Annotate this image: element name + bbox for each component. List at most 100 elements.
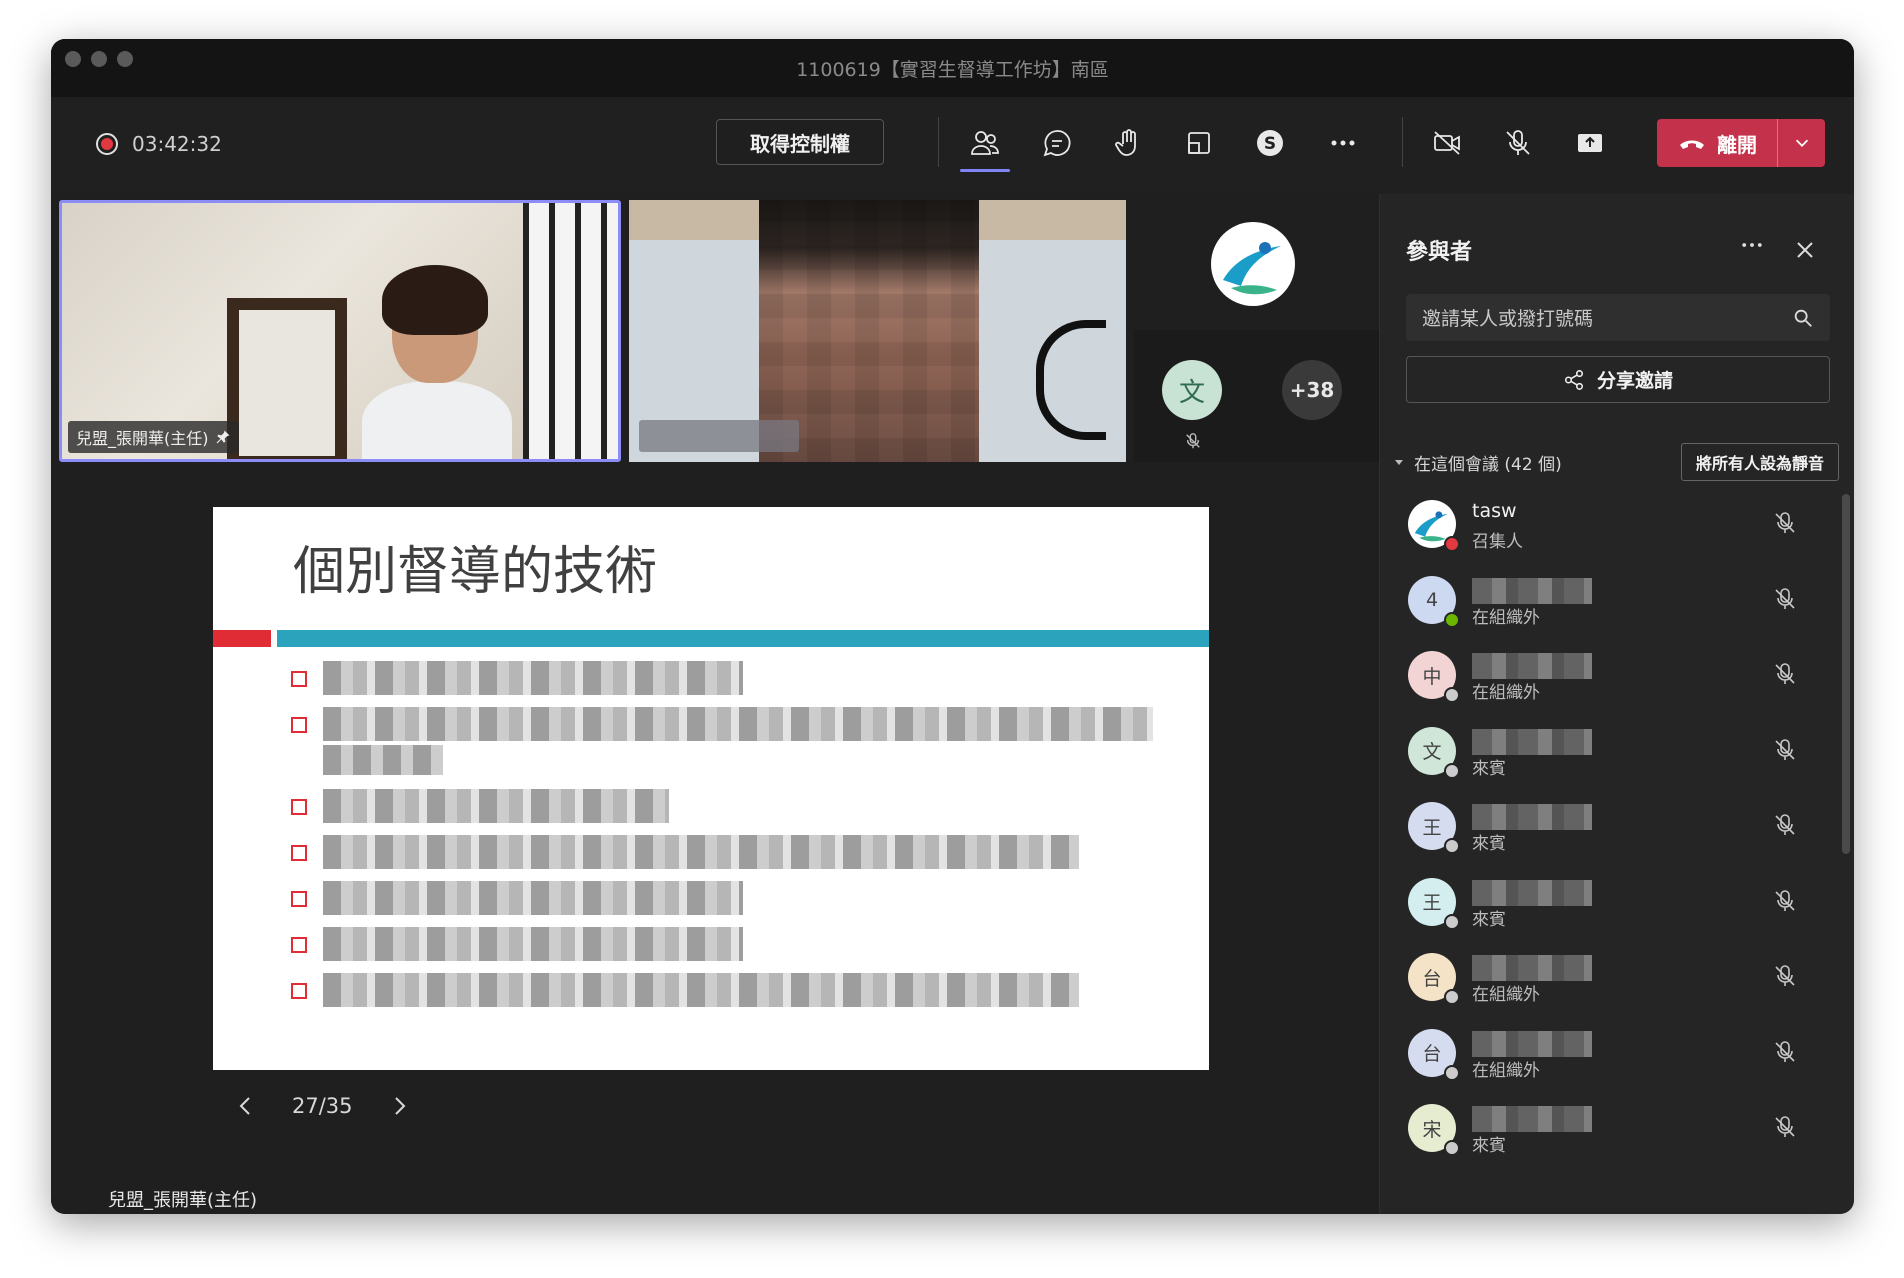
share-invite-button[interactable]: 分享邀請 [1406,356,1830,403]
toolbar-divider [938,117,939,167]
in-meeting-section: 在這個會議 (42 個) 將所有人設為靜音 [1394,442,1839,482]
chat-button[interactable] [1037,123,1077,163]
chevron-down-icon [1795,139,1808,147]
caret-down-icon [1395,460,1403,465]
participants-button[interactable] [965,123,1005,163]
participant-name: tasw [1472,500,1517,522]
raise-hand-button[interactable] [1108,123,1148,163]
participant-row[interactable]: 宋來賓 [1380,1094,1840,1170]
mic-off-icon[interactable] [1772,812,1798,838]
participant-row[interactable]: 王來賓 [1380,868,1840,944]
leave-options-button[interactable] [1777,119,1825,167]
participant-list-scrollbar[interactable] [1842,494,1850,854]
participant-row[interactable]: 文來賓 [1380,717,1840,793]
zoom-window-button[interactable] [117,51,133,67]
blurred-participant-name [1472,653,1592,679]
participant-row[interactable]: 台在組織外 [1380,1019,1840,1095]
close-icon[interactable] [1793,238,1817,262]
people-icon [971,131,999,155]
tasw-logo-icon [1213,224,1293,304]
blurred-text [323,707,1153,741]
participant-row[interactable]: 中在組織外 [1380,641,1840,717]
participant-video-tile[interactable] [629,200,1126,462]
presence-status-icon [1444,838,1460,854]
minimize-window-button[interactable] [91,51,107,67]
meeting-timer: 03:42:32 [132,132,222,156]
mic-off-icon [1186,433,1200,449]
participant-row[interactable]: tasw 召集人 [1380,490,1840,566]
leave-main[interactable]: 離開 [1657,128,1777,158]
participant-row[interactable]: 王來賓 [1380,792,1840,868]
background-object [1036,320,1106,440]
participant-role: 來賓 [1472,1136,1506,1156]
mic-off-icon[interactable] [1772,888,1798,914]
section-label: 在這個會議 (42 個) [1414,454,1562,475]
presence-status-icon [1444,1064,1460,1081]
skype-icon: S [1257,130,1283,156]
share-tray-icon [1578,134,1602,152]
presence-status-icon [1444,687,1460,703]
more-actions-button[interactable] [1323,123,1363,163]
take-control-button[interactable]: 取得控制權 [716,119,884,165]
mic-off-icon[interactable] [1772,510,1798,536]
mic-off-icon[interactable] [1772,661,1798,687]
participant-row[interactable]: 4 在組織外 [1380,566,1840,642]
participant-row[interactable]: 台在組織外 [1380,943,1840,1019]
mic-off-icon[interactable] [1772,737,1798,763]
room-view-button[interactable] [1179,123,1219,163]
mic-toggle-button[interactable] [1498,123,1538,163]
leave-label: 離開 [1717,132,1757,157]
bullet-square-icon [291,983,307,999]
speaker-video [362,265,512,459]
slide-bullet [291,655,1171,701]
mute-all-button[interactable]: 將所有人設為靜音 [1680,443,1839,481]
window-title: 1100619【實習生督導工作坊】南區 [796,58,1109,81]
panel-more-button[interactable] [1739,232,1765,264]
bullet-square-icon [291,937,307,953]
hang-up-icon [1680,140,1704,149]
blurred-text [323,927,743,961]
presenter-name: 兒盟_張開華(主任) [108,1190,258,1211]
svg-text:S: S [1264,134,1276,154]
mic-off-icon[interactable] [1772,1114,1798,1140]
blurred-text [323,745,443,775]
presence-status-icon [1444,913,1460,930]
teams-window: 1100619【實習生督導工作坊】南區 03:42:32 取得控制權 S 離開 … [51,39,1854,1214]
mic-off-icon[interactable] [1772,586,1798,612]
share-screen-button[interactable] [1570,123,1610,163]
mic-off-icon[interactable] [1772,1039,1798,1065]
more-icon [1331,140,1355,146]
participant-avatar[interactable]: 文 [1162,360,1222,420]
participant-role: 在組織外 [1472,607,1540,628]
share-invite-label: 分享邀請 [1596,370,1673,392]
search-placeholder: 邀請某人或撥打號碼 [1422,308,1594,330]
background-mirror [227,298,347,459]
blurred-text [323,881,743,915]
section-toggle[interactable]: 在這個會議 (42 個) [1394,450,1562,475]
mic-off-icon[interactable] [1772,963,1798,989]
camera-off-icon [1434,131,1460,155]
camera-toggle-button[interactable] [1427,123,1467,163]
blurred-participant-name [1472,804,1592,830]
participant-list: tasw 召集人 4 在組織外中在組織外文來賓王來賓王來賓台在組織外台在組織外宋來賓 [1380,490,1840,1170]
next-slide-button[interactable] [387,1094,411,1118]
slide-bullet [291,875,1171,921]
panel-title: 參與者 [1406,240,1473,265]
more-participants-badge[interactable]: +38 [1282,360,1342,420]
leave-button[interactable]: 離開 [1657,119,1825,167]
bullet-square-icon [291,799,307,815]
hand-icon [1115,129,1136,156]
invite-search-input[interactable]: 邀請某人或撥打號碼 [1406,294,1830,341]
close-window-button[interactable] [65,51,81,67]
bullet-square-icon [291,717,307,733]
slide-bullet [291,921,1171,967]
blurred-text [323,661,743,695]
pin-icon [216,430,229,444]
tasw-logo-avatar[interactable] [1211,222,1295,306]
pinned-video-tile[interactable]: 兒盟_張開華(主任) [59,200,621,462]
presence-status-icon [1444,989,1460,1005]
previous-slide-button[interactable] [234,1094,258,1118]
skype-app-button[interactable]: S [1250,123,1290,163]
gallery-overflow: 文 +38 [1134,200,1379,462]
video-name: 兒盟_張開華(主任) [76,429,209,448]
